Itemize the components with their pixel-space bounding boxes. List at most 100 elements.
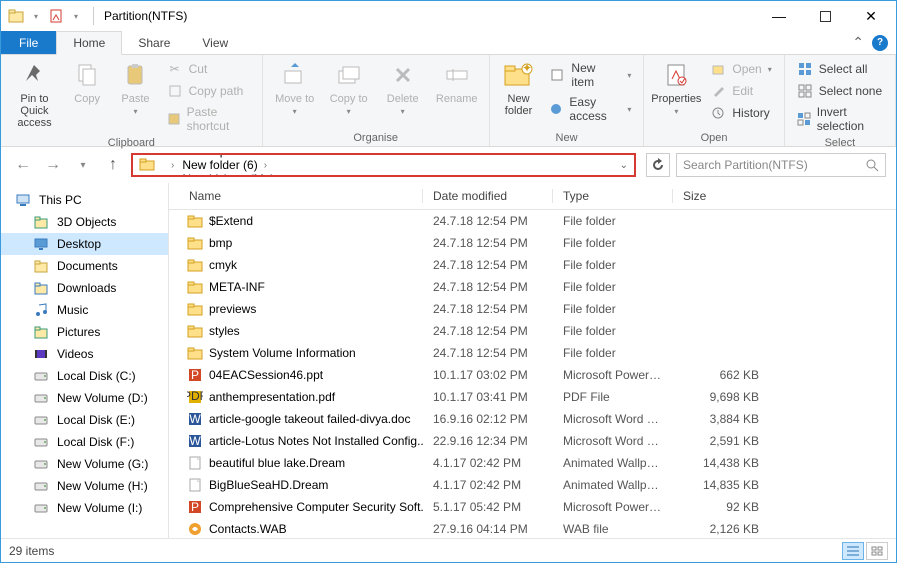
- sidebar-item-label: Documents: [57, 259, 118, 273]
- sidebar-item[interactable]: New Volume (D:): [1, 387, 168, 409]
- cut-button[interactable]: ✂Cut: [161, 59, 256, 79]
- properties-button[interactable]: Properties▾: [650, 57, 702, 118]
- details-view-button[interactable]: [842, 542, 864, 560]
- easy-access-button[interactable]: Easy access ▾: [543, 93, 637, 125]
- file-row[interactable]: META-INF 24.7.18 12:54 PM File folder: [169, 276, 896, 298]
- refresh-button[interactable]: [646, 153, 670, 177]
- navigation-pane[interactable]: This PC3D Objects Desktop Documents Downloa…: [1, 183, 169, 538]
- history-button[interactable]: History: [704, 103, 777, 123]
- sidebar-item[interactable]: New Volume (I:): [1, 497, 168, 519]
- properties-icon[interactable]: [47, 7, 65, 25]
- sidebar-item[interactable]: New Volume (H:): [1, 475, 168, 497]
- file-type: Microsoft PowerP...: [553, 499, 673, 515]
- copy-button[interactable]: Copy: [64, 57, 110, 107]
- file-row[interactable]: BigBlueSeaHD.Dream 4.1.17 02:42 PM Anima…: [169, 474, 896, 496]
- paste-button[interactable]: Paste ▾: [112, 57, 158, 118]
- sidebar-item[interactable]: New Volume (G:): [1, 453, 168, 475]
- rename-button[interactable]: Rename: [431, 57, 483, 107]
- pin-icon: [18, 59, 50, 91]
- copy-to-button[interactable]: Copy to▾: [323, 57, 375, 118]
- column-name[interactable]: Name: [169, 187, 423, 205]
- select-all-button[interactable]: Select all: [791, 59, 889, 79]
- file-icon: [187, 477, 203, 493]
- file-row[interactable]: beautiful blue lake.Dream 4.1.17 02:42 P…: [169, 452, 896, 474]
- file-row[interactable]: styles 24.7.18 12:54 PM File folder: [169, 320, 896, 342]
- sidebar-item[interactable]: Videos: [1, 343, 168, 365]
- file-row[interactable]: Contacts.WAB 27.9.16 04:14 PM WAB file 2…: [169, 518, 896, 538]
- tab-view[interactable]: View: [186, 31, 244, 54]
- open-button[interactable]: Open ▾: [704, 59, 777, 79]
- column-type[interactable]: Type: [553, 187, 673, 205]
- sidebar-item[interactable]: 3D Objects: [1, 211, 168, 233]
- sidebar-item-label: Desktop: [57, 237, 101, 251]
- collapse-ribbon-icon[interactable]: ⌃: [852, 34, 864, 51]
- sidebar-item[interactable]: This PC: [1, 189, 168, 211]
- new-folder-icon: ✦: [503, 59, 535, 91]
- qat-dropdown-icon[interactable]: ▾: [67, 7, 85, 25]
- column-headers[interactable]: Name Date modified Type Size: [169, 183, 896, 210]
- breadcrumb-root[interactable]: ›: [161, 160, 178, 171]
- sidebar-item[interactable]: Documents: [1, 255, 168, 277]
- search-input[interactable]: Search Partition(NTFS): [676, 153, 886, 177]
- file-name: System Volume Information: [209, 346, 356, 360]
- file-row[interactable]: PDFanthempresentation.pdf 10.1.17 03:41 …: [169, 386, 896, 408]
- file-date: 22.9.16 12:34 PM: [423, 433, 553, 449]
- qat-dropdown-icon[interactable]: ▾: [27, 7, 45, 25]
- invert-selection-button[interactable]: Invert selection: [791, 103, 889, 135]
- copy-path-button[interactable]: Copy path: [161, 81, 256, 101]
- sidebar-item[interactable]: Desktop: [1, 233, 168, 255]
- column-size[interactable]: Size: [673, 187, 783, 205]
- file-row[interactable]: bmp 24.7.18 12:54 PM File folder: [169, 232, 896, 254]
- tab-home[interactable]: Home: [56, 31, 122, 55]
- edit-button[interactable]: Edit: [704, 81, 777, 101]
- minimize-button[interactable]: —: [756, 1, 802, 31]
- file-date: 4.1.17 02:42 PM: [423, 477, 553, 493]
- delete-button[interactable]: Delete▾: [377, 57, 429, 118]
- file-row[interactable]: System Volume Information 24.7.18 12:54 …: [169, 342, 896, 364]
- help-icon[interactable]: ?: [872, 35, 888, 51]
- file-list[interactable]: $Extend 24.7.18 12:54 PM File folder bmp…: [169, 210, 896, 538]
- sidebar-item[interactable]: Local Disk (F:): [1, 431, 168, 453]
- sidebar-item[interactable]: Local Disk (E:): [1, 409, 168, 431]
- move-to-button[interactable]: Move to▾: [269, 57, 321, 118]
- file-row[interactable]: P04EACSession46.ppt 10.1.17 03:02 PM Mic…: [169, 364, 896, 386]
- column-date[interactable]: Date modified: [423, 187, 553, 205]
- file-size: 14,835 KB: [673, 477, 783, 493]
- pin-quick-access-button[interactable]: Pin to Quick access: [7, 57, 62, 131]
- forward-button[interactable]: →: [41, 153, 65, 177]
- new-folder-button[interactable]: ✦New folder: [496, 57, 542, 119]
- folder-icon: [187, 235, 203, 251]
- address-dropdown-icon[interactable]: ⌄: [620, 160, 628, 171]
- new-item-button[interactable]: New item ▾: [543, 59, 637, 91]
- recent-locations-button[interactable]: ▾: [71, 153, 95, 177]
- doc-icon: W: [187, 411, 203, 427]
- breadcrumb-item[interactable]: New Volume(M_)›: [178, 172, 287, 177]
- folder-icon: [187, 301, 203, 317]
- file-size: [673, 242, 783, 244]
- up-button[interactable]: ↑: [101, 153, 125, 177]
- sidebar-item[interactable]: Pictures: [1, 321, 168, 343]
- paste-shortcut-button[interactable]: Paste shortcut: [161, 103, 256, 135]
- file-date: 24.7.18 12:54 PM: [423, 323, 553, 339]
- file-row[interactable]: previews 24.7.18 12:54 PM File folder: [169, 298, 896, 320]
- file-row[interactable]: PComprehensive Computer Security Soft...…: [169, 496, 896, 518]
- address-bar[interactable]: › This PC›Desktop›New folder (6)›New Vol…: [131, 153, 636, 177]
- file-row[interactable]: $Extend 24.7.18 12:54 PM File folder: [169, 210, 896, 232]
- disk-icon: [33, 478, 49, 494]
- file-row[interactable]: cmyk 24.7.18 12:54 PM File folder: [169, 254, 896, 276]
- breadcrumb-item[interactable]: New folder (6)›: [178, 158, 287, 172]
- close-button[interactable]: ✕: [848, 1, 894, 31]
- tab-file[interactable]: File: [1, 31, 56, 54]
- select-none-button[interactable]: Select none: [791, 81, 889, 101]
- file-row[interactable]: Warticle-Lotus Notes Not Installed Confi…: [169, 430, 896, 452]
- sidebar-item[interactable]: Music: [1, 299, 168, 321]
- sidebar-item[interactable]: Local Disk (C:): [1, 365, 168, 387]
- ribbon: Pin to Quick access Copy Paste ▾ ✂Cut Co…: [1, 55, 896, 147]
- back-button[interactable]: ←: [11, 153, 35, 177]
- maximize-button[interactable]: [802, 1, 848, 31]
- copy-icon: [71, 59, 103, 91]
- sidebar-item[interactable]: Downloads: [1, 277, 168, 299]
- large-icons-view-button[interactable]: [866, 542, 888, 560]
- tab-share[interactable]: Share: [122, 31, 186, 54]
- file-row[interactable]: Warticle-google takeout failed-divya.doc…: [169, 408, 896, 430]
